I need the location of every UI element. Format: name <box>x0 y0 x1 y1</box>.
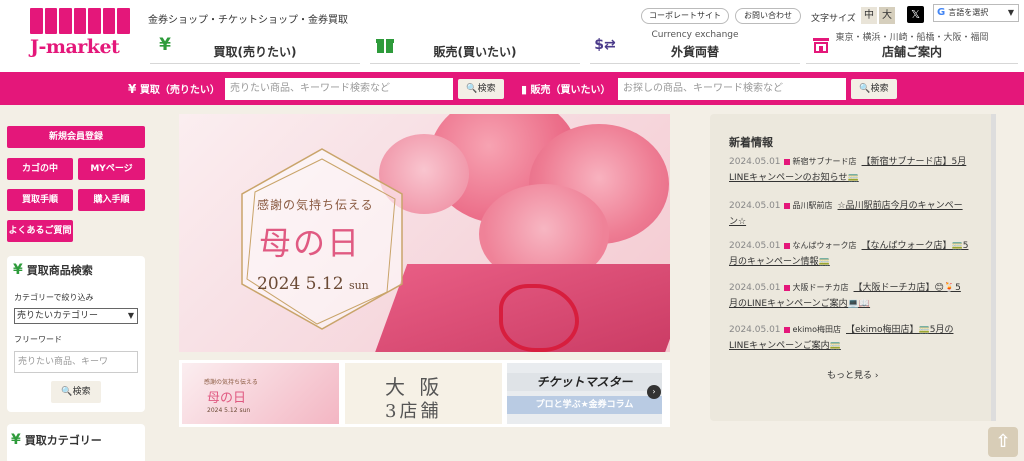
page-top-arrow-icon[interactable]: ⇧ <box>988 427 1018 457</box>
sell-search-label: ▮ 販売（買いたい） <box>521 83 611 96</box>
sell-search-input[interactable]: お探しの商品、キーワード検索など <box>618 78 846 100</box>
language-select-label: 言語を選択 <box>948 8 989 17</box>
news-panel: 新着情報 2024.05.01 新宿サブナード店 【新宿サブナード店】5月LINEキ… <box>710 114 996 421</box>
mypage-button[interactable]: MYページ <box>78 158 145 180</box>
category-select[interactable]: 売りたいカテゴリー ▼ <box>14 308 138 324</box>
fontsize-label: 文字サイズ <box>811 14 856 24</box>
faq-button[interactable]: よくあるご質問 <box>7 220 73 242</box>
chevron-down-icon: ▼ <box>1007 8 1014 17</box>
news-item[interactable]: 2024.05.01 品川駅前店 ☆品川駅前店今月のキャンペーン☆ <box>729 198 969 230</box>
search-icon: 🔍 <box>466 84 478 94</box>
news-item[interactable]: 2024.05.01 大阪ドーチカ店 【大阪ドーチカ店】😊🍹5月のLINEキャンペー… <box>729 280 969 312</box>
site-logo[interactable]: J-market <box>30 8 131 62</box>
contact-button[interactable]: お問い合わせ <box>735 8 801 24</box>
nav-exchange-label: 外貨両替 <box>670 45 719 59</box>
carousel-thumb-mothers-day[interactable]: 感謝の気持ち伝える 母の日 2024 5.12 sun <box>182 363 339 424</box>
more-news-link[interactable]: もっと見る › <box>827 368 879 381</box>
nav-sell-label: 販売(買いたい) <box>433 45 517 59</box>
yen-icon: ¥ <box>11 432 21 448</box>
banner-subtitle: 感謝の気持ち伝える <box>257 198 374 212</box>
nav-stores-label: 店舗ご案内 <box>881 45 942 59</box>
banner-title: 母の日 <box>259 224 362 262</box>
nav-stores-sub: 東京・横浜・川崎・船橋・大阪・福岡 <box>835 33 989 43</box>
nav-exchange-sub: Currency exchange <box>651 30 739 40</box>
chevron-down-icon: ▼ <box>127 311 134 320</box>
tagline: 金券ショップ・チケットショップ・金券買取 <box>148 15 348 26</box>
nav-buy-label: 買取(売りたい) <box>213 45 297 59</box>
chevron-right-icon: › <box>874 371 879 381</box>
category-filter-label: カテゴリーで絞り込み <box>14 293 94 302</box>
purchase-procedure-button[interactable]: 購入手順 <box>78 189 145 211</box>
google-icon: G <box>937 7 946 18</box>
nav-buy[interactable]: ¥ 買取(売りたい) <box>150 32 360 64</box>
buy-item-search-title: ¥ 買取商品検索 <box>13 262 93 278</box>
logo-mark <box>30 8 131 34</box>
nav-stores[interactable]: 東京・横浜・川崎・船橋・大阪・福岡 店舗ご案内 <box>806 32 1018 64</box>
freeword-input[interactable]: 売りたい商品、キーワ <box>14 351 138 373</box>
corporate-site-button[interactable]: コーポレートサイト <box>641 8 729 24</box>
banner-carousel: 感謝の気持ち伝える 母の日 2024 5.12 sun 大 阪 3店舗 チケット… <box>179 360 670 427</box>
x-twitter-icon[interactable]: 𝕏 <box>907 6 924 23</box>
freeword-label: フリーワード <box>14 335 62 344</box>
nav-sell[interactable]: 販売(買いたい) <box>370 32 580 64</box>
nav-exchange[interactable]: $⇄ Currency exchange 外貨両替 <box>590 30 800 64</box>
carousel-thumb-osaka-stores[interactable]: 大 阪 3店舗 <box>345 363 502 424</box>
news-scrollbar[interactable] <box>991 114 996 421</box>
gift-icon: ▮ <box>521 83 528 96</box>
sidebar-search-button[interactable]: 🔍検索 <box>51 381 101 403</box>
sell-search-button[interactable]: 🔍検索 <box>851 79 897 99</box>
buy-item-search-panel: ¥ 買取商品検索 カテゴリーで絞り込み 売りたいカテゴリー ▼ フリーワード 売りた… <box>7 256 145 412</box>
news-item[interactable]: 2024.05.01 なんばウォーク店 【なんばウォーク店】🚃5月のキャンペーン情報… <box>729 238 969 270</box>
search-bar: ¥ 買取（売りたい） 売りたい商品、キーワード検索など 🔍検索 ▮ 販売（買いた… <box>0 72 1024 105</box>
fontsize-medium-button[interactable]: 中 <box>861 7 877 24</box>
yen-icon: ¥ <box>128 82 137 96</box>
buy-search-input[interactable]: 売りたい商品、キーワード検索など <box>225 78 453 100</box>
buy-procedure-button[interactable]: 買取手順 <box>7 189 73 211</box>
search-icon: 🔍 <box>859 84 871 94</box>
buy-search-button[interactable]: 🔍検索 <box>458 79 504 99</box>
cart-button[interactable]: カゴの中 <box>7 158 73 180</box>
carousel-next-arrow-icon[interactable]: › <box>647 385 661 399</box>
yen-icon: ¥ <box>13 262 23 278</box>
fontsize-large-button[interactable]: 大 <box>879 7 895 24</box>
search-icon: 🔍 <box>61 387 73 397</box>
language-select[interactable]: G 言語を選択 ▼ <box>933 4 1019 22</box>
carousel-thumb-ticket-master[interactable]: チケットマスター プロと学ぶ★金券コラム <box>507 363 662 424</box>
register-button[interactable]: 新規会員登録 <box>7 126 145 148</box>
news-title: 新着情報 <box>729 136 773 149</box>
buy-category-panel: ¥ 買取カテゴリー <box>7 424 145 461</box>
hero-banner[interactable]: 感謝の気持ち伝える 母の日 2024 5.12 sun <box>179 114 670 352</box>
banner-date: 2024 5.12 sun <box>257 274 369 294</box>
buy-search-label: ¥ 買取（売りたい） <box>128 82 220 96</box>
site-header: J-market 金券ショップ・チケットショップ・金券買取 ¥ 買取(売りたい)… <box>0 0 1024 72</box>
buy-category-title: ¥ 買取カテゴリー <box>11 432 102 448</box>
news-item[interactable]: 2024.05.01 新宿サブナード店 【新宿サブナード店】5月LINEキャンペーン… <box>729 154 969 186</box>
logo-text: J-market <box>30 36 120 58</box>
news-item[interactable]: 2024.05.01 ekimo梅田店 【ekimo梅田店】🚃5月のLINEキャンペ… <box>729 322 969 354</box>
